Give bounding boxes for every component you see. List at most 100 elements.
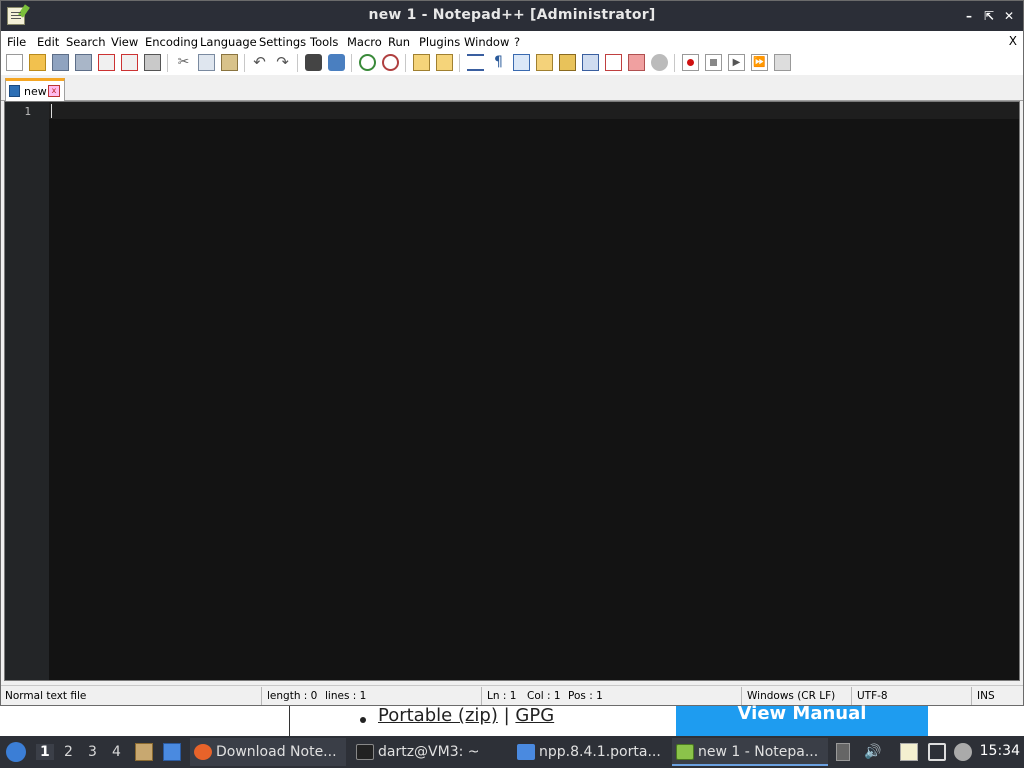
notepadpp-icon (676, 744, 694, 760)
toolbar-separator (674, 54, 675, 72)
terminal-icon (356, 744, 374, 760)
open-file-icon[interactable] (29, 54, 46, 71)
task-file-manager[interactable]: npp.8.4.1.porta... (513, 738, 667, 766)
menu-view[interactable]: View (111, 35, 138, 49)
background-webpage: Portable (zip) | GPG View Manual (0, 705, 1024, 736)
indent-guide-icon[interactable] (513, 54, 530, 71)
toolbar-separator (244, 54, 245, 72)
zoom-in-icon[interactable] (359, 54, 376, 71)
status-ln: Ln : 1 (487, 690, 517, 702)
workspace-1[interactable]: 1 (36, 744, 54, 760)
maximize-button[interactable]: ⇱ (981, 8, 997, 24)
menu-run[interactable]: Run (388, 35, 410, 49)
task-label: Download Note... (216, 744, 337, 760)
status-col: Col : 1 (527, 690, 561, 702)
volume-icon[interactable]: 🔊 (864, 743, 882, 761)
redo-icon[interactable]: ↷ (274, 54, 291, 71)
paste-icon[interactable] (221, 54, 238, 71)
download-links: Portable (zip) | GPG (378, 705, 554, 726)
copy-icon[interactable] (198, 54, 215, 71)
editor-area[interactable]: 1 (4, 101, 1020, 681)
notification-icon[interactable] (954, 743, 972, 761)
doc-list-icon[interactable] (582, 54, 599, 71)
close-all-icon[interactable] (121, 54, 138, 71)
run-multiple-icon[interactable]: ⏩ (751, 54, 768, 71)
network-icon[interactable] (928, 743, 946, 761)
user-lang-icon[interactable] (536, 54, 553, 71)
workspace-3[interactable]: 3 (88, 744, 97, 760)
toolbar-separator (167, 54, 168, 72)
save-macro-icon[interactable] (774, 54, 791, 71)
sync-vertical-icon[interactable] (413, 54, 430, 71)
page-divider (289, 706, 290, 736)
menu-tools[interactable]: Tools (310, 35, 338, 49)
show-desktop-icon[interactable] (163, 743, 181, 761)
status-lines: lines : 1 (325, 690, 367, 702)
link-separator: | (503, 705, 510, 726)
record-macro-icon[interactable] (682, 54, 699, 71)
menu-edit[interactable]: Edit (37, 35, 59, 49)
show-all-chars-icon[interactable]: ¶ (490, 54, 507, 71)
task-label: npp.8.4.1.porta... (539, 744, 661, 760)
status-eol[interactable]: Windows (CR LF) (747, 690, 835, 702)
gpg-link[interactable]: GPG (515, 705, 554, 726)
stop-record-icon[interactable] (705, 54, 722, 71)
workspace-4[interactable]: 4 (112, 744, 121, 760)
view-manual-button[interactable]: View Manual (676, 705, 928, 736)
status-separator (261, 687, 262, 705)
menu-file[interactable]: File (7, 35, 26, 49)
close-icon[interactable] (98, 54, 115, 71)
status-pos: Pos : 1 (568, 690, 603, 702)
status-insert-mode[interactable]: INS (977, 690, 995, 702)
portable-zip-link[interactable]: Portable (zip) (378, 705, 498, 726)
close-document-button[interactable]: X (1009, 34, 1017, 48)
start-menu-icon[interactable] (6, 742, 26, 762)
find-icon[interactable] (305, 54, 322, 71)
close-window-button[interactable]: ✕ (1001, 8, 1017, 24)
print-icon[interactable] (144, 54, 161, 71)
line-number: 1 (24, 105, 31, 118)
firefox-icon (194, 744, 212, 760)
save-all-icon[interactable] (75, 54, 92, 71)
function-list-icon[interactable] (605, 54, 622, 71)
tab-new[interactable]: new x (5, 78, 65, 101)
save-icon[interactable] (52, 54, 69, 71)
status-separator (481, 687, 482, 705)
menu-window[interactable]: Window (464, 35, 509, 49)
toolbar-separator (405, 54, 406, 72)
menu-help[interactable]: ? (514, 35, 520, 49)
file-manager-launcher-icon[interactable] (135, 743, 153, 761)
status-bar: Normal text file length : 0 lines : 1 Ln… (1, 685, 1023, 705)
undo-icon[interactable]: ↶ (251, 54, 268, 71)
monitoring-icon[interactable] (651, 54, 668, 71)
folder-workspace-icon[interactable] (628, 54, 645, 71)
task-terminal[interactable]: dartz@VM3: ~ (352, 738, 508, 766)
clock[interactable]: 15:34 (980, 743, 1020, 759)
sync-horizontal-icon[interactable] (436, 54, 453, 71)
replace-icon[interactable] (328, 54, 345, 71)
word-wrap-icon[interactable] (467, 54, 484, 71)
title-bar[interactable]: new 1 - Notepad++ [Administrator] – ⇱ ✕ (1, 1, 1023, 31)
cut-icon[interactable]: ✂ (175, 54, 192, 71)
file-icon (9, 85, 20, 97)
new-file-icon[interactable] (6, 54, 23, 71)
tab-close-icon[interactable]: x (48, 85, 60, 97)
minimize-button[interactable]: – (961, 8, 977, 24)
updates-icon[interactable] (836, 743, 850, 761)
menu-encoding[interactable]: Encoding (145, 35, 198, 49)
status-encoding[interactable]: UTF-8 (857, 690, 888, 702)
menu-macro[interactable]: Macro (347, 35, 382, 49)
task-notepadpp[interactable]: new 1 - Notepa... (672, 738, 828, 766)
menu-settings[interactable]: Settings (259, 35, 306, 49)
text-caret (51, 104, 52, 118)
menu-search[interactable]: Search (66, 35, 106, 49)
menu-language[interactable]: Language (200, 35, 257, 49)
playback-icon[interactable]: ▶ (728, 54, 745, 71)
doc-map-icon[interactable] (559, 54, 576, 71)
menu-plugins[interactable]: Plugins (419, 35, 460, 49)
toolbar: ✂ ↶ ↷ ¶ ▶ ⏩ (1, 51, 1023, 75)
zoom-out-icon[interactable] (382, 54, 399, 71)
workspace-2[interactable]: 2 (64, 744, 73, 760)
task-firefox[interactable]: Download Note... (190, 738, 346, 766)
clipboard-icon[interactable] (900, 743, 918, 761)
